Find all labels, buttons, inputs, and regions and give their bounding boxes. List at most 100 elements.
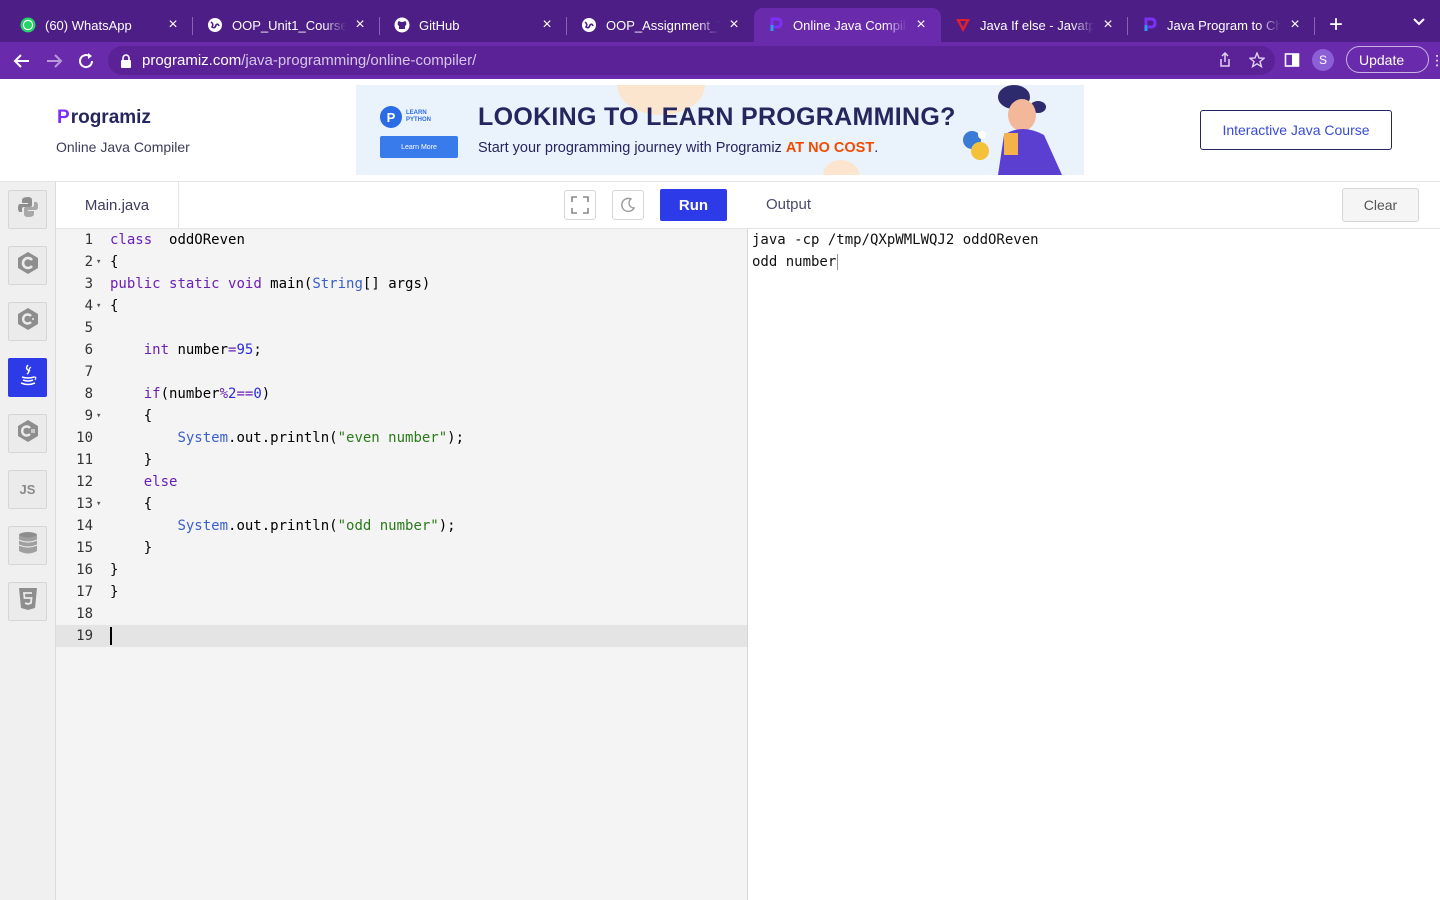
lock-icon	[121, 53, 131, 68]
tab-separator	[1314, 17, 1315, 35]
banner-tagline: Start your programming journey with Prog…	[478, 140, 878, 156]
close-tab-icon[interactable]: ×	[913, 17, 929, 33]
code-token: String	[312, 276, 363, 292]
close-tab-icon[interactable]: ×	[1100, 17, 1116, 33]
output-text: java -cp /tmp/QXpWMLWQJ2 oddOReven	[752, 232, 1039, 248]
browser-tab[interactable]: OOP_Unit1_CourseWork ×	[193, 8, 380, 42]
interactive-java-course-button[interactable]: Interactive Java Course	[1200, 110, 1392, 150]
banner-illustration	[963, 85, 1062, 175]
code-token: "even number"	[337, 430, 448, 446]
html-icon	[17, 587, 39, 616]
profile-avatar[interactable]: S	[1312, 48, 1334, 71]
share-icon[interactable]	[1217, 52, 1233, 68]
reload-button[interactable]	[70, 45, 102, 77]
file-tab-main-java[interactable]: Main.java	[56, 182, 179, 228]
close-tab-icon[interactable]: ×	[539, 17, 555, 33]
language-java-button[interactable]	[8, 358, 47, 397]
back-button[interactable]	[6, 45, 38, 77]
code-line: 16}	[56, 559, 747, 581]
code-token: class	[110, 232, 153, 248]
code-text: class oddOReven	[110, 229, 245, 251]
update-button[interactable]: Update ⋮	[1346, 46, 1440, 73]
side-panel-icon[interactable]	[1284, 52, 1300, 68]
code-line: 1 class oddOReven	[56, 229, 747, 251]
compiler-subtitle: Online Java Compiler	[56, 139, 190, 155]
programiz-logo[interactable]: Programiz	[57, 107, 151, 129]
output-title: Output	[766, 196, 812, 213]
run-button[interactable]: Run	[660, 189, 727, 221]
code-editor[interactable]: 1 class oddOReven 2 ▾{3 public static void m…	[56, 229, 748, 900]
close-tab-icon[interactable]: ×	[352, 17, 368, 33]
language-html-button[interactable]	[8, 582, 47, 621]
code-token: {	[110, 254, 119, 270]
code-token: System	[177, 518, 229, 534]
language-javascript-button[interactable]: JS	[8, 470, 47, 509]
bookmark-star-icon[interactable]	[1249, 52, 1265, 68]
browser-tab[interactable]: Java If else - Javatpoint ×	[941, 8, 1128, 42]
language-python-button[interactable]	[8, 190, 47, 229]
fold-arrow-icon[interactable]: ▾	[96, 251, 101, 273]
code-token: }	[110, 562, 119, 578]
output-header: Output Clear	[748, 182, 1440, 229]
code-line: 19	[56, 625, 747, 647]
programiz-icon	[768, 17, 784, 33]
output-cursor	[837, 254, 839, 270]
code-text: else	[110, 471, 178, 493]
code-token: }	[110, 452, 153, 468]
c-icon	[16, 251, 40, 280]
tab-title: OOP_Unit1_CourseWork	[232, 17, 346, 33]
fold-arrow-icon[interactable]: ▾	[96, 493, 101, 515]
output-console[interactable]: java -cp /tmp/QXpWMLWQJ2 oddOReven odd nu…	[748, 229, 1440, 900]
code-token: }	[110, 540, 153, 556]
line-number: 9	[84, 408, 93, 424]
browser-toolbar: programiz.com/java-programming/online-co…	[0, 42, 1440, 79]
fold-arrow-icon[interactable]: ▾	[96, 405, 101, 427]
close-tab-icon[interactable]: ×	[165, 17, 181, 33]
language-c-button[interactable]	[8, 246, 47, 285]
close-tab-icon[interactable]: ×	[1287, 17, 1303, 33]
line-number: 5	[84, 320, 93, 336]
dark-mode-toggle[interactable]	[612, 190, 644, 220]
badge-letter: P	[380, 106, 402, 128]
code-line: 13 ▾ {	[56, 493, 747, 515]
new-tab-button[interactable]: +	[1319, 8, 1353, 42]
language-sql-button[interactable]	[8, 526, 47, 565]
forward-button[interactable]	[38, 45, 70, 77]
learn-more-button[interactable]: Learn More	[380, 136, 458, 158]
reload-icon	[79, 52, 94, 68]
line-number: 10	[76, 430, 93, 446]
browser-menu-icon[interactable]: ⋮	[1430, 52, 1440, 69]
browser-tab[interactable]: GitHub ×	[380, 8, 567, 42]
sql-icon	[17, 531, 39, 560]
line-number: 2	[84, 254, 93, 270]
clear-button[interactable]: Clear	[1342, 188, 1419, 222]
fold-arrow-icon[interactable]: ▾	[96, 295, 101, 317]
language-cpp-button[interactable]	[8, 302, 47, 341]
site-header: Programiz Online Java Compiler P LEARN PY…	[0, 79, 1440, 182]
url-host: programiz.com	[142, 52, 242, 69]
ad-banner[interactable]: P LEARN PYTHON Learn More LOOKING TO LEAR…	[356, 85, 1084, 175]
tab-title: GitHub	[419, 17, 460, 33]
learn-python-badge: P LEARN PYTHON	[380, 105, 458, 129]
close-tab-icon[interactable]: ×	[726, 17, 742, 33]
tab-search-icon[interactable]	[1412, 15, 1426, 29]
code-token: );	[447, 430, 465, 446]
code-text: {	[110, 295, 118, 317]
language-csharp-button[interactable]	[8, 414, 47, 453]
tagline-highlight: AT NO COST	[785, 140, 875, 156]
browser-tab[interactable]: Online Java Compiler ×	[754, 8, 941, 42]
url-text: programiz.com/java-programming/online-co…	[142, 52, 476, 69]
logo-mark: P	[57, 107, 70, 128]
address-bar[interactable]: programiz.com/java-programming/online-co…	[108, 46, 1275, 75]
code-token: public	[110, 276, 161, 292]
browser-tab[interactable]: OOP_Assignment_Title ×	[567, 8, 754, 42]
code-text: }	[110, 581, 118, 603]
code-token: {	[110, 496, 153, 512]
moon-icon	[621, 197, 636, 213]
browser-tab[interactable]: Java Program to Check ×	[1128, 8, 1315, 42]
fullscreen-button[interactable]	[564, 190, 596, 220]
tagline-end: .	[874, 140, 879, 156]
tagline-text: Start your programming journey with Prog…	[478, 140, 786, 156]
browser-tab[interactable]: (60) WhatsApp ×	[6, 8, 193, 42]
